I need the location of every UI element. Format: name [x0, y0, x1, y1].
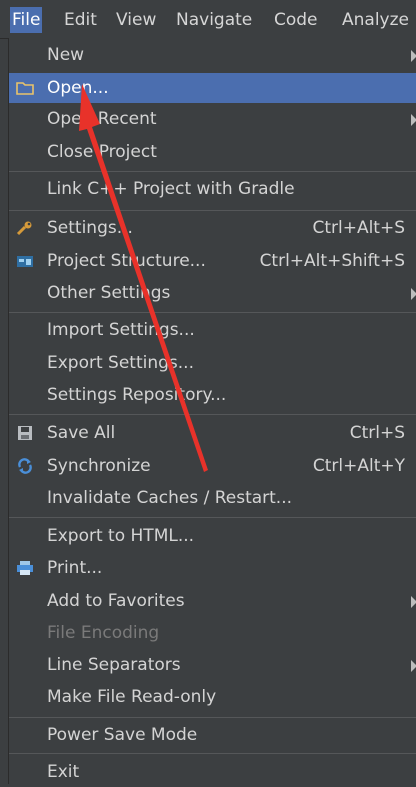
- submenu-arrow-icon: [411, 50, 416, 62]
- sync-icon: [18, 458, 32, 474]
- menu-separator: [9, 171, 416, 172]
- menu-separator: [9, 753, 416, 754]
- menu-item-export-html[interactable]: Export to HTML...: [9, 521, 416, 551]
- save-icon: [18, 426, 32, 440]
- submenu-arrow-icon: [411, 288, 416, 300]
- menu-item-project-structure[interactable]: Project Structure... Ctrl+Alt+Shift+S: [9, 246, 416, 276]
- submenu-arrow-icon: [411, 596, 416, 608]
- menu-item-import-settings[interactable]: Import Settings...: [9, 315, 416, 345]
- menu-separator: [9, 717, 416, 718]
- menu-bar: File Edit View Navigate Code Analyze: [0, 0, 416, 39]
- menu-separator: [9, 312, 416, 313]
- menu-item-invalidate-caches[interactable]: Invalidate Caches / Restart...: [9, 483, 416, 513]
- menu-separator: [9, 414, 416, 415]
- printer-icon: [17, 561, 33, 575]
- menu-item-file-encoding: File Encoding: [47, 623, 160, 643]
- menu-view[interactable]: View: [114, 7, 158, 33]
- folder-icon: [16, 82, 34, 95]
- menu-code[interactable]: Code: [272, 7, 320, 33]
- menu-item-open-recent[interactable]: Open Recent: [9, 104, 416, 134]
- menu-item-print[interactable]: Print...: [9, 553, 416, 583]
- menu-separator: [9, 517, 416, 518]
- menu-item-new[interactable]: New: [9, 40, 416, 70]
- menu-edit[interactable]: Edit: [62, 7, 99, 33]
- menu-item-line-separators[interactable]: Line Separators: [9, 650, 416, 680]
- menu-item-exit[interactable]: Exit: [9, 757, 416, 787]
- wrench-icon: [16, 221, 32, 236]
- menu-item-settings-repository[interactable]: Settings Repository...: [9, 380, 416, 410]
- menu-item-power-save[interactable]: Power Save Mode: [9, 720, 416, 750]
- menu-item-export-settings[interactable]: Export Settings...: [9, 348, 416, 378]
- menu-separator: [9, 210, 416, 211]
- file-menu-dropdown: New Open... Open Recent Close Project Li…: [8, 38, 416, 784]
- menu-item-settings[interactable]: Settings... Ctrl+Alt+S: [9, 213, 416, 243]
- menu-item-close-project[interactable]: Close Project: [9, 137, 416, 167]
- submenu-arrow-icon: [411, 660, 416, 672]
- menu-item-other-settings[interactable]: Other Settings: [9, 278, 416, 308]
- menu-analyze[interactable]: Analyze: [340, 7, 411, 33]
- menu-item-make-read-only[interactable]: Make File Read-only: [9, 682, 416, 712]
- menu-file[interactable]: File: [10, 7, 43, 33]
- menu-item-link-cpp[interactable]: Link C++ Project with Gradle: [9, 174, 416, 204]
- menu-item-open[interactable]: Open...: [9, 73, 416, 103]
- submenu-arrow-icon: [411, 114, 416, 126]
- menu-item-add-favorites[interactable]: Add to Favorites: [9, 586, 416, 616]
- menu-navigate[interactable]: Navigate: [174, 7, 254, 33]
- menu-item-synchronize[interactable]: Synchronize Ctrl+Alt+Y: [9, 451, 416, 481]
- project-structure-icon: [17, 256, 33, 267]
- menu-item-save-all[interactable]: Save All Ctrl+S: [9, 418, 416, 448]
